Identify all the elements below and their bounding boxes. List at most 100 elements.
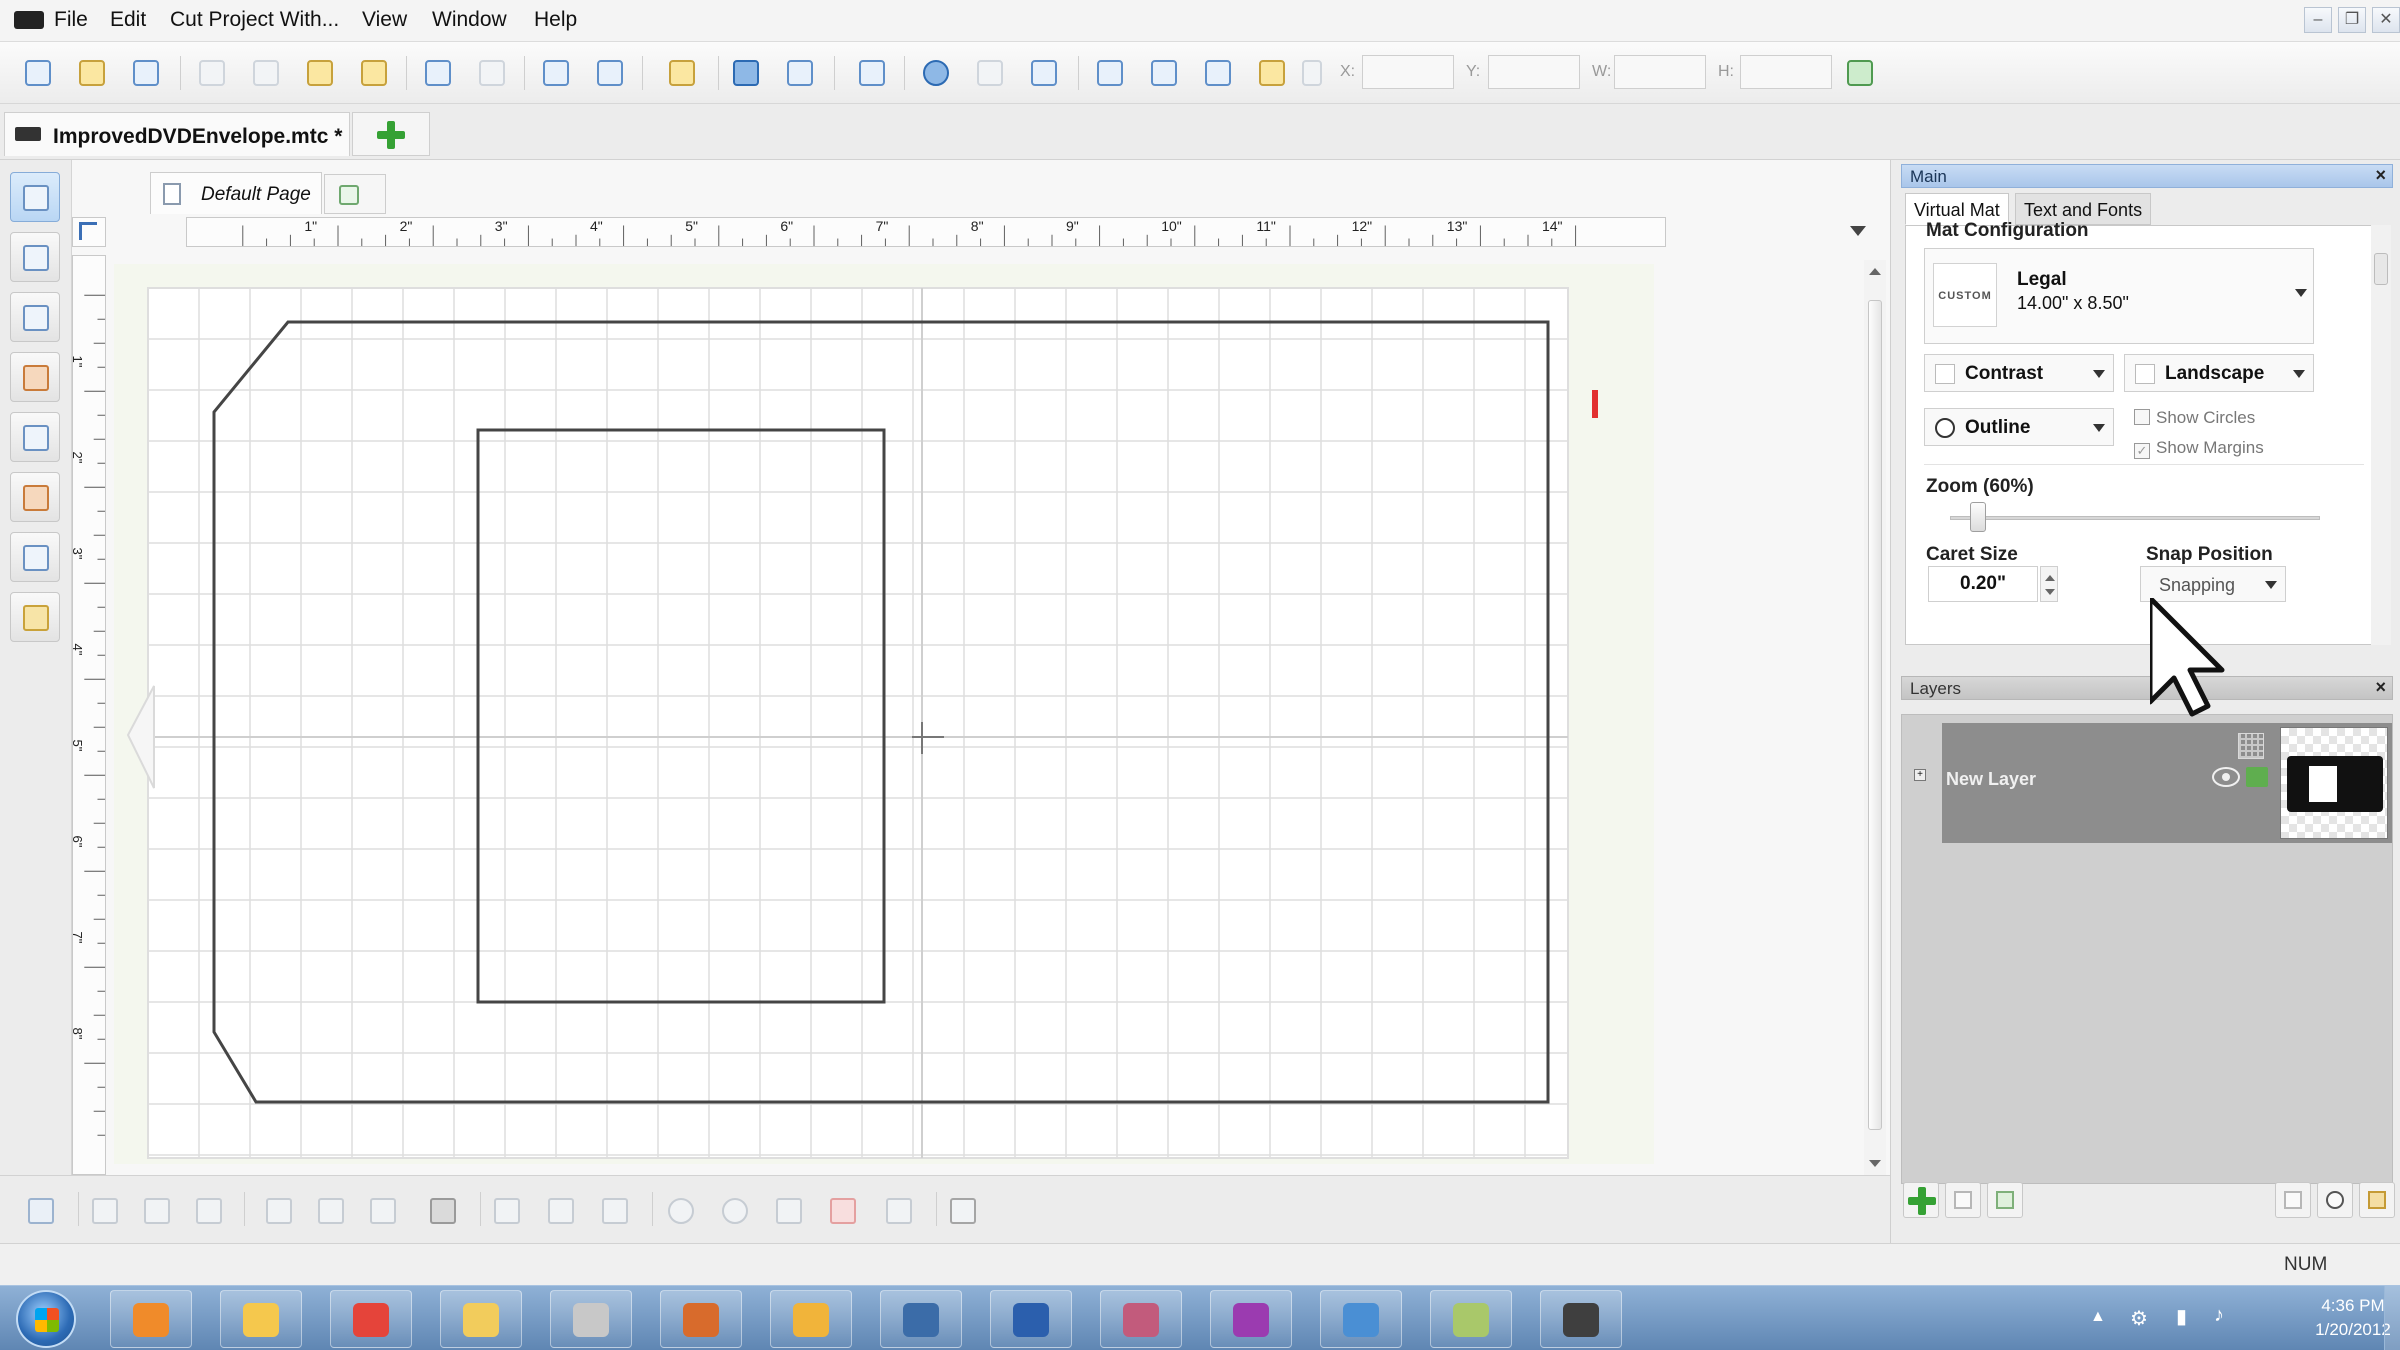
- media-player-icon[interactable]: [110, 1290, 192, 1348]
- minimize-button[interactable]: –: [2304, 7, 2332, 33]
- intersect-icon[interactable]: [718, 1194, 752, 1228]
- undo-icon[interactable]: [418, 53, 458, 93]
- restore-button[interactable]: ❐: [2338, 7, 2366, 33]
- add-page-button[interactable]: [324, 174, 386, 214]
- shape-tool-icon[interactable]: [10, 292, 60, 342]
- cart-icon[interactable]: [916, 53, 956, 93]
- zoom-out-icon[interactable]: [590, 53, 630, 93]
- open-folder-icon[interactable]: [72, 53, 112, 93]
- lock-ratio-icon[interactable]: [1840, 53, 1880, 93]
- measure-tool-icon[interactable]: [10, 592, 60, 642]
- node-edit-tool-icon[interactable]: [10, 232, 60, 282]
- outlook-icon[interactable]: [220, 1290, 302, 1348]
- network-icon[interactable]: [1320, 1290, 1402, 1348]
- arrange-icon[interactable]: [366, 1194, 400, 1228]
- caret-size-input[interactable]: 0.20": [1928, 566, 2038, 602]
- virtual-mat[interactable]: [114, 264, 1654, 1164]
- select-tool-icon[interactable]: [10, 172, 60, 222]
- eye-icon[interactable]: [2212, 767, 2240, 787]
- zoom-slider-track[interactable]: [1950, 516, 2320, 520]
- flip-vertical-icon[interactable]: [88, 1194, 122, 1228]
- close-icon[interactable]: ×: [2375, 677, 2386, 698]
- ungroup-icon[interactable]: [544, 1194, 578, 1228]
- combine-icon[interactable]: [598, 1194, 632, 1228]
- close-icon[interactable]: ×: [2375, 165, 2386, 186]
- mat-selector[interactable]: CUSTOM Legal 14.00" x 8.50": [1924, 248, 2314, 344]
- shapes-icon[interactable]: [1024, 53, 1064, 93]
- lock-icon[interactable]: [2246, 767, 2268, 787]
- y-input[interactable]: [1488, 55, 1580, 89]
- word-icon[interactable]: [990, 1290, 1072, 1348]
- start-button[interactable]: [16, 1290, 76, 1348]
- pen-tool-icon[interactable]: [660, 1290, 742, 1348]
- nodes-icon[interactable]: [852, 53, 892, 93]
- align-icon[interactable]: [262, 1194, 296, 1228]
- menu-file[interactable]: File: [54, 8, 88, 32]
- duplicate-layer-button[interactable]: [1945, 1182, 1981, 1218]
- show-circles-checkbox[interactable]: Show Circles: [2134, 408, 2255, 428]
- rotate-icon[interactable]: [192, 1194, 226, 1228]
- mat-canvas[interactable]: [114, 264, 1654, 1164]
- paint-icon[interactable]: [770, 1290, 852, 1348]
- paste-icon[interactable]: [300, 53, 340, 93]
- mat-prev-arrow-icon[interactable]: [126, 685, 155, 789]
- cut-icon[interactable]: [192, 53, 232, 93]
- page-tab[interactable]: Default Page: [150, 172, 322, 214]
- close-window-button[interactable]: ✕: [2372, 7, 2400, 33]
- show-margins-checkbox[interactable]: ✓ Show Margins: [2134, 438, 2264, 459]
- copy-icon[interactable]: [246, 53, 286, 93]
- pattern-icon[interactable]: [826, 1194, 860, 1228]
- notes-icon[interactable]: [1430, 1290, 1512, 1348]
- paste-in-place-icon[interactable]: [354, 53, 394, 93]
- chrome-icon[interactable]: [330, 1290, 412, 1348]
- redo-icon[interactable]: [472, 53, 512, 93]
- menu-view[interactable]: View: [362, 8, 407, 32]
- delete-layer-button[interactable]: [2275, 1182, 2311, 1218]
- show-hidden-icons-icon[interactable]: ▲: [2090, 1308, 2106, 1326]
- fill-icon[interactable]: [426, 1194, 460, 1228]
- ruler-origin[interactable]: [72, 217, 106, 247]
- panel-scrollbar[interactable]: [2371, 225, 2391, 645]
- chevron-down-icon[interactable]: [2295, 289, 2307, 297]
- fit-to-page-icon[interactable]: [726, 53, 766, 93]
- canvas-vertical-scrollbar[interactable]: [1864, 260, 1886, 1175]
- zoom-selection-icon[interactable]: [780, 53, 820, 93]
- validate-icon[interactable]: [662, 53, 702, 93]
- export-icon[interactable]: [1144, 53, 1184, 93]
- flip-horizontal-icon[interactable]: [140, 1194, 174, 1228]
- add-layer-button[interactable]: [1903, 1182, 1939, 1218]
- save-icon[interactable]: [126, 53, 166, 93]
- document-tab[interactable]: ImprovedDVDEnvelope.mtc *: [4, 112, 350, 156]
- caret-size-stepper[interactable]: [2040, 566, 2058, 602]
- layer-visibility-button[interactable]: [2317, 1182, 2353, 1218]
- w-input[interactable]: [1614, 55, 1706, 89]
- import-icon[interactable]: [1090, 53, 1130, 93]
- text-tool-icon[interactable]: [10, 412, 60, 462]
- menu-help[interactable]: Help: [534, 8, 577, 32]
- expand-icon[interactable]: +: [1914, 769, 1926, 781]
- weld-icon[interactable]: [664, 1194, 698, 1228]
- network-tray-icon[interactable]: ⚙: [2130, 1306, 2148, 1331]
- add-document-button[interactable]: [352, 112, 430, 156]
- explorer-icon[interactable]: [440, 1290, 522, 1348]
- export-svg-icon[interactable]: [1252, 53, 1292, 93]
- scrollbar-thumb[interactable]: [1868, 300, 1882, 1130]
- frame-icon[interactable]: [882, 1194, 916, 1228]
- subtract-icon[interactable]: [772, 1194, 806, 1228]
- pen-tool-icon[interactable]: [10, 352, 60, 402]
- cancel-transform-icon[interactable]: [1300, 53, 1326, 93]
- outline-dropdown[interactable]: Outline: [1924, 408, 2114, 446]
- grid-icon[interactable]: [970, 53, 1010, 93]
- h-input[interactable]: [1740, 55, 1832, 89]
- new-file-icon[interactable]: [18, 53, 58, 93]
- signal-tray-icon[interactable]: ▮: [2176, 1304, 2187, 1329]
- contrast-dropdown[interactable]: Contrast: [1924, 354, 2114, 392]
- menu-window[interactable]: Window: [432, 8, 507, 32]
- camcorder-icon[interactable]: [1540, 1290, 1622, 1348]
- show-desktop-button[interactable]: [2384, 1286, 2400, 1350]
- ruler-dropdown-icon[interactable]: [1850, 226, 1866, 236]
- cutter-icon[interactable]: [1100, 1290, 1182, 1348]
- mtc-icon[interactable]: [550, 1290, 632, 1348]
- orientation-dropdown[interactable]: Landscape: [2124, 354, 2314, 392]
- import-svg-icon[interactable]: [1198, 53, 1238, 93]
